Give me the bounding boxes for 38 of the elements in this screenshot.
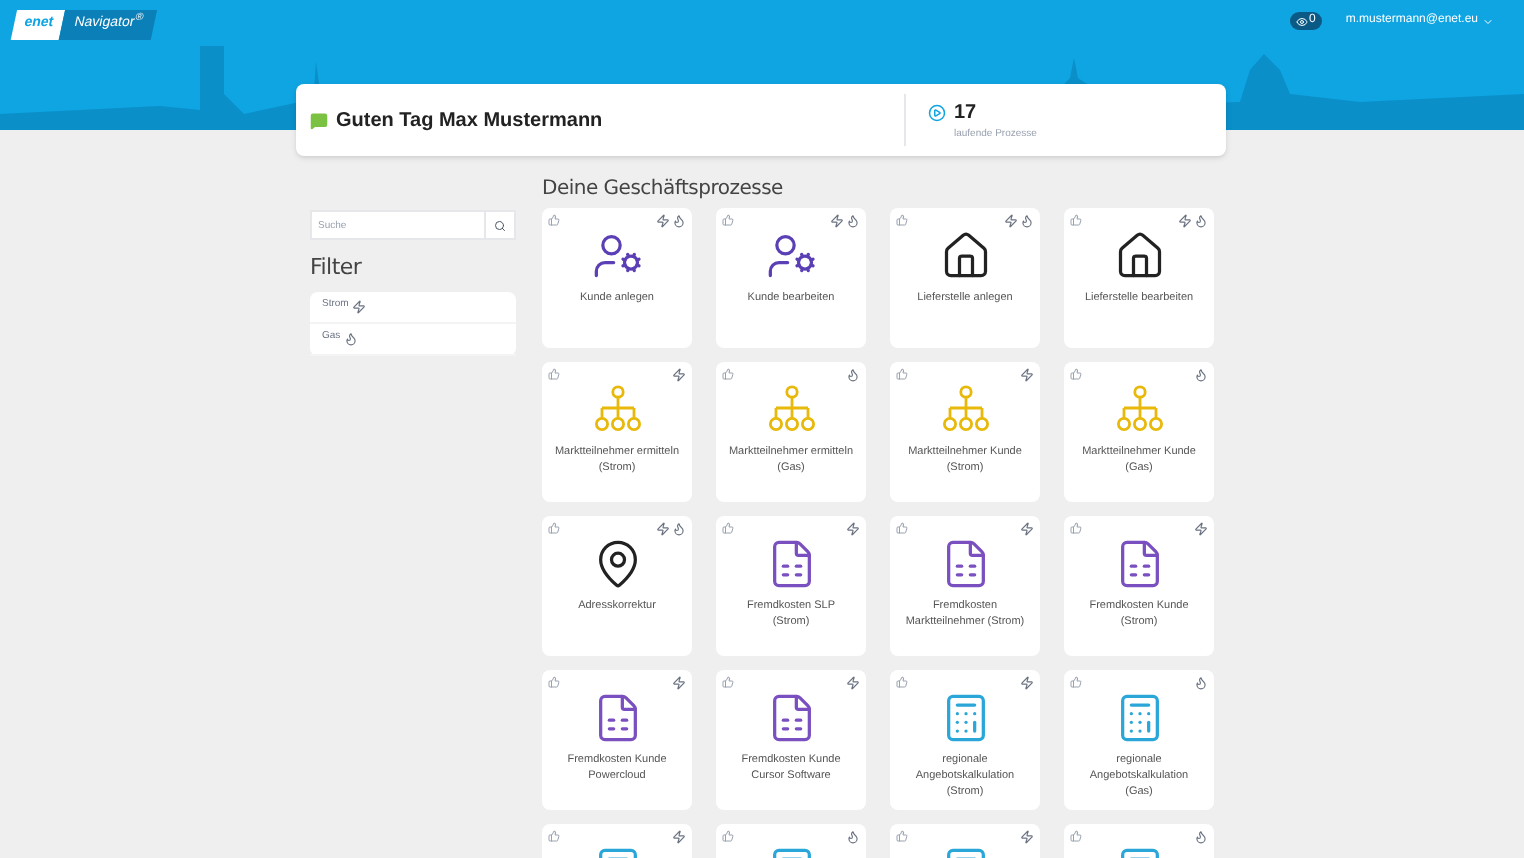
hierarchy-icon: [591, 384, 643, 436]
thumbs-up-icon[interactable]: [722, 214, 734, 226]
thumbs-up-icon[interactable]: [548, 214, 560, 226]
thumbs-up-icon[interactable]: [548, 830, 560, 842]
eye-icon: [1295, 15, 1308, 27]
thumbs-up-icon[interactable]: [896, 368, 908, 380]
thumbs-up-icon[interactable]: [722, 368, 734, 380]
hierarchy-icon: [765, 384, 817, 436]
caret-icon: [1482, 15, 1494, 27]
hierarchy-icon: [939, 384, 991, 436]
thumbs-up-icon[interactable]: [722, 522, 734, 534]
speech-bubble-icon: [310, 111, 328, 129]
thumbs-up-icon[interactable]: [722, 830, 734, 842]
search-button[interactable]: [486, 210, 516, 240]
thumbs-up-icon[interactable]: [1070, 368, 1082, 380]
thumbs-up-icon[interactable]: [896, 676, 908, 688]
thumbs-up-icon[interactable]: [896, 830, 908, 842]
thumbs-up-icon[interactable]: [1070, 830, 1082, 842]
thumbs-up-icon[interactable]: [896, 214, 908, 226]
section-title: Deine Geschäftsprozesse: [542, 176, 785, 204]
filter-title: Filter: [310, 252, 364, 284]
thumbs-up-icon[interactable]: [1070, 522, 1082, 534]
thumbs-up-icon[interactable]: [548, 368, 560, 380]
process-count: 17: [954, 99, 977, 128]
greeting-text: Guten Tag Max Mustermann: [336, 107, 603, 135]
thumbs-up-icon[interactable]: [1070, 214, 1082, 226]
thumbs-up-icon[interactable]: [896, 522, 908, 534]
thumbs-up-icon[interactable]: [1070, 676, 1082, 688]
user-gear-icon: [765, 230, 817, 282]
house-icon: [939, 230, 991, 282]
search-icon: [494, 219, 506, 231]
play-circle-icon: [928, 103, 946, 122]
thumbs-up-icon[interactable]: [548, 522, 560, 534]
thumbs-up-icon[interactable]: [722, 676, 734, 688]
thumbs-up-icon[interactable]: [548, 676, 560, 688]
house-icon: [1113, 230, 1165, 282]
hierarchy-icon: [1113, 384, 1165, 436]
user-gear-icon: [591, 230, 643, 282]
